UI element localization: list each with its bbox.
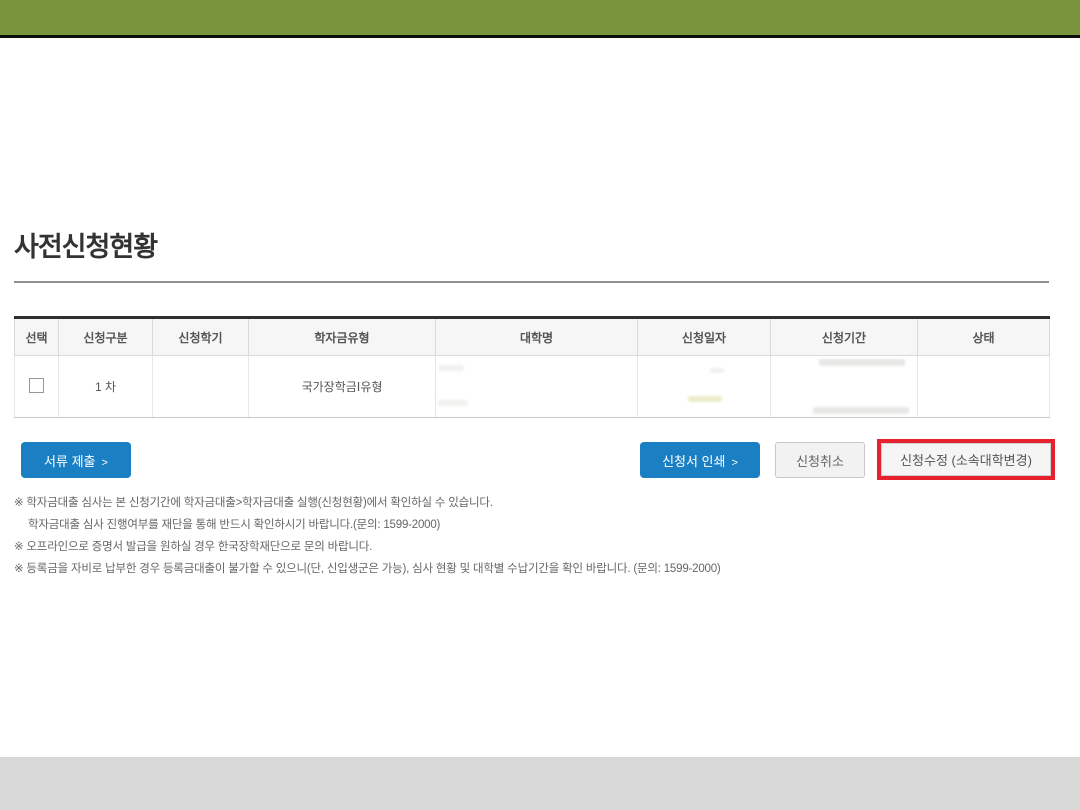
header-apply-date: 신청일자 [638,318,771,356]
cell-semester [153,356,249,418]
table-row: 1 차 국가장학금Ⅰ유형 [15,356,1050,418]
header-university: 대학명 [436,318,638,356]
cell-aid-type: 국가장학금Ⅰ유형 [249,356,436,418]
cell-select [15,356,59,418]
header-select: 선택 [15,318,59,356]
note-line: ※ 오프라인으로 증명서 발급을 원하실 경우 한국장학재단으로 문의 바랍니다… [14,536,1054,558]
highlight-box: 신청수정 (소속대학변경) [877,439,1055,480]
chevron-right-icon: > [102,457,108,469]
modify-application-button[interactable]: 신청수정 (소속대학변경) [881,443,1051,476]
cell-university [436,356,638,418]
redacted-text [438,400,468,406]
table-header-row: 선택 신청구분 신청학기 학자금유형 대학명 신청일자 신청기간 상태 [15,318,1050,356]
page-footer [0,757,1080,810]
page-title: 사전신청현황 [14,225,157,264]
header-apply-round: 신청구분 [59,318,153,356]
header-status: 상태 [918,318,1050,356]
cell-apply-period [771,356,918,418]
redacted-text [688,396,722,402]
cell-apply-round: 1 차 [59,356,153,418]
redacted-text [819,359,905,366]
submit-documents-button[interactable]: 서류 제출 > [21,442,131,478]
row-select-checkbox[interactable] [29,378,44,393]
redacted-text [438,365,464,371]
cell-status [918,356,1050,418]
application-status-table: 선택 신청구분 신청학기 학자금유형 대학명 신청일자 신청기간 상태 1 차 [14,316,1049,418]
page: 사전신청현황 선택 신청구분 신청학기 학자금유형 대학명 신청일자 신청기간 … [0,0,1080,810]
top-banner [0,0,1080,38]
header-semester: 신청학기 [153,318,249,356]
submit-documents-label: 서류 제출 [44,454,95,469]
header-apply-period: 신청기간 [771,318,918,356]
print-application-label: 신청서 인쇄 [662,454,725,469]
note-line: 학자금대출 심사 진행여부를 재단을 통해 반드시 확인하시기 바랍니다.(문의… [14,514,1054,536]
chevron-right-icon: > [731,457,737,469]
print-application-button[interactable]: 신청서 인쇄 > [640,442,760,478]
redacted-text [710,368,724,373]
note-line: ※ 학자금대출 심사는 본 신청기간에 학자금대출>학자금대출 실행(신청현황)… [14,492,1054,514]
cancel-application-button[interactable]: 신청취소 [775,442,865,478]
title-divider [14,281,1049,283]
redacted-text [813,407,909,414]
notes-section: ※ 학자금대출 심사는 본 신청기간에 학자금대출>학자금대출 실행(신청현황)… [14,492,1054,580]
cell-apply-date [638,356,771,418]
header-aid-type: 학자금유형 [249,318,436,356]
note-line: ※ 등록금을 자비로 납부한 경우 등록금대출이 불가할 수 있으니(단, 신입… [14,558,1054,580]
